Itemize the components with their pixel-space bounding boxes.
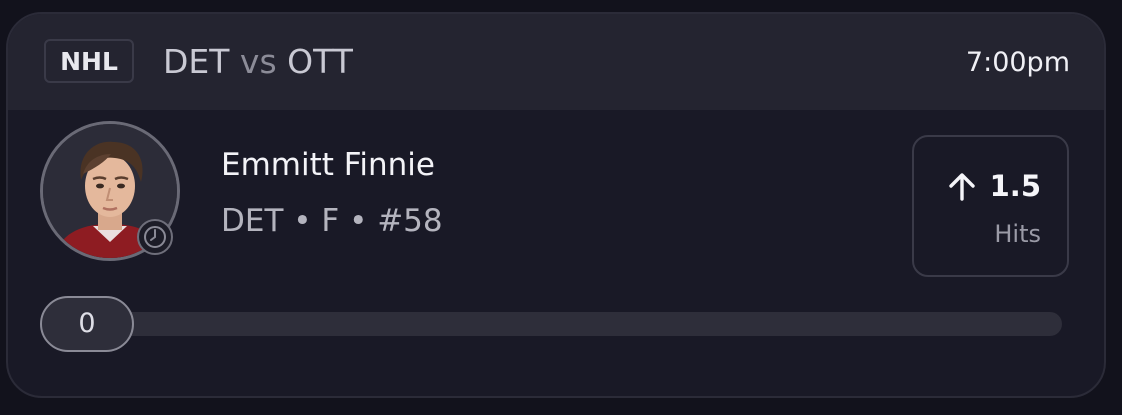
matchup: DET vs OTT bbox=[163, 42, 353, 82]
player-name[interactable]: Emmitt Finnie bbox=[221, 146, 435, 184]
arrow-up-icon bbox=[949, 173, 975, 201]
card-header: NHL DET vs OTT 7:00pm bbox=[8, 14, 1104, 110]
clock-icon bbox=[137, 219, 173, 255]
progress-value: 0 bbox=[40, 296, 134, 352]
player-meta: DET • F • #58 bbox=[221, 203, 443, 239]
league-badge: NHL bbox=[44, 39, 134, 83]
game-time: 7:00pm bbox=[965, 47, 1070, 78]
progress-track bbox=[40, 312, 1062, 336]
prop-stat-label: Hits bbox=[994, 220, 1041, 248]
vs-label: vs bbox=[239, 42, 277, 81]
prop-line-value: 1.5 bbox=[989, 169, 1041, 203]
home-team: DET bbox=[163, 42, 230, 81]
away-team: OTT bbox=[287, 42, 353, 81]
prop-line-button[interactable]: 1.5 Hits bbox=[912, 135, 1069, 277]
